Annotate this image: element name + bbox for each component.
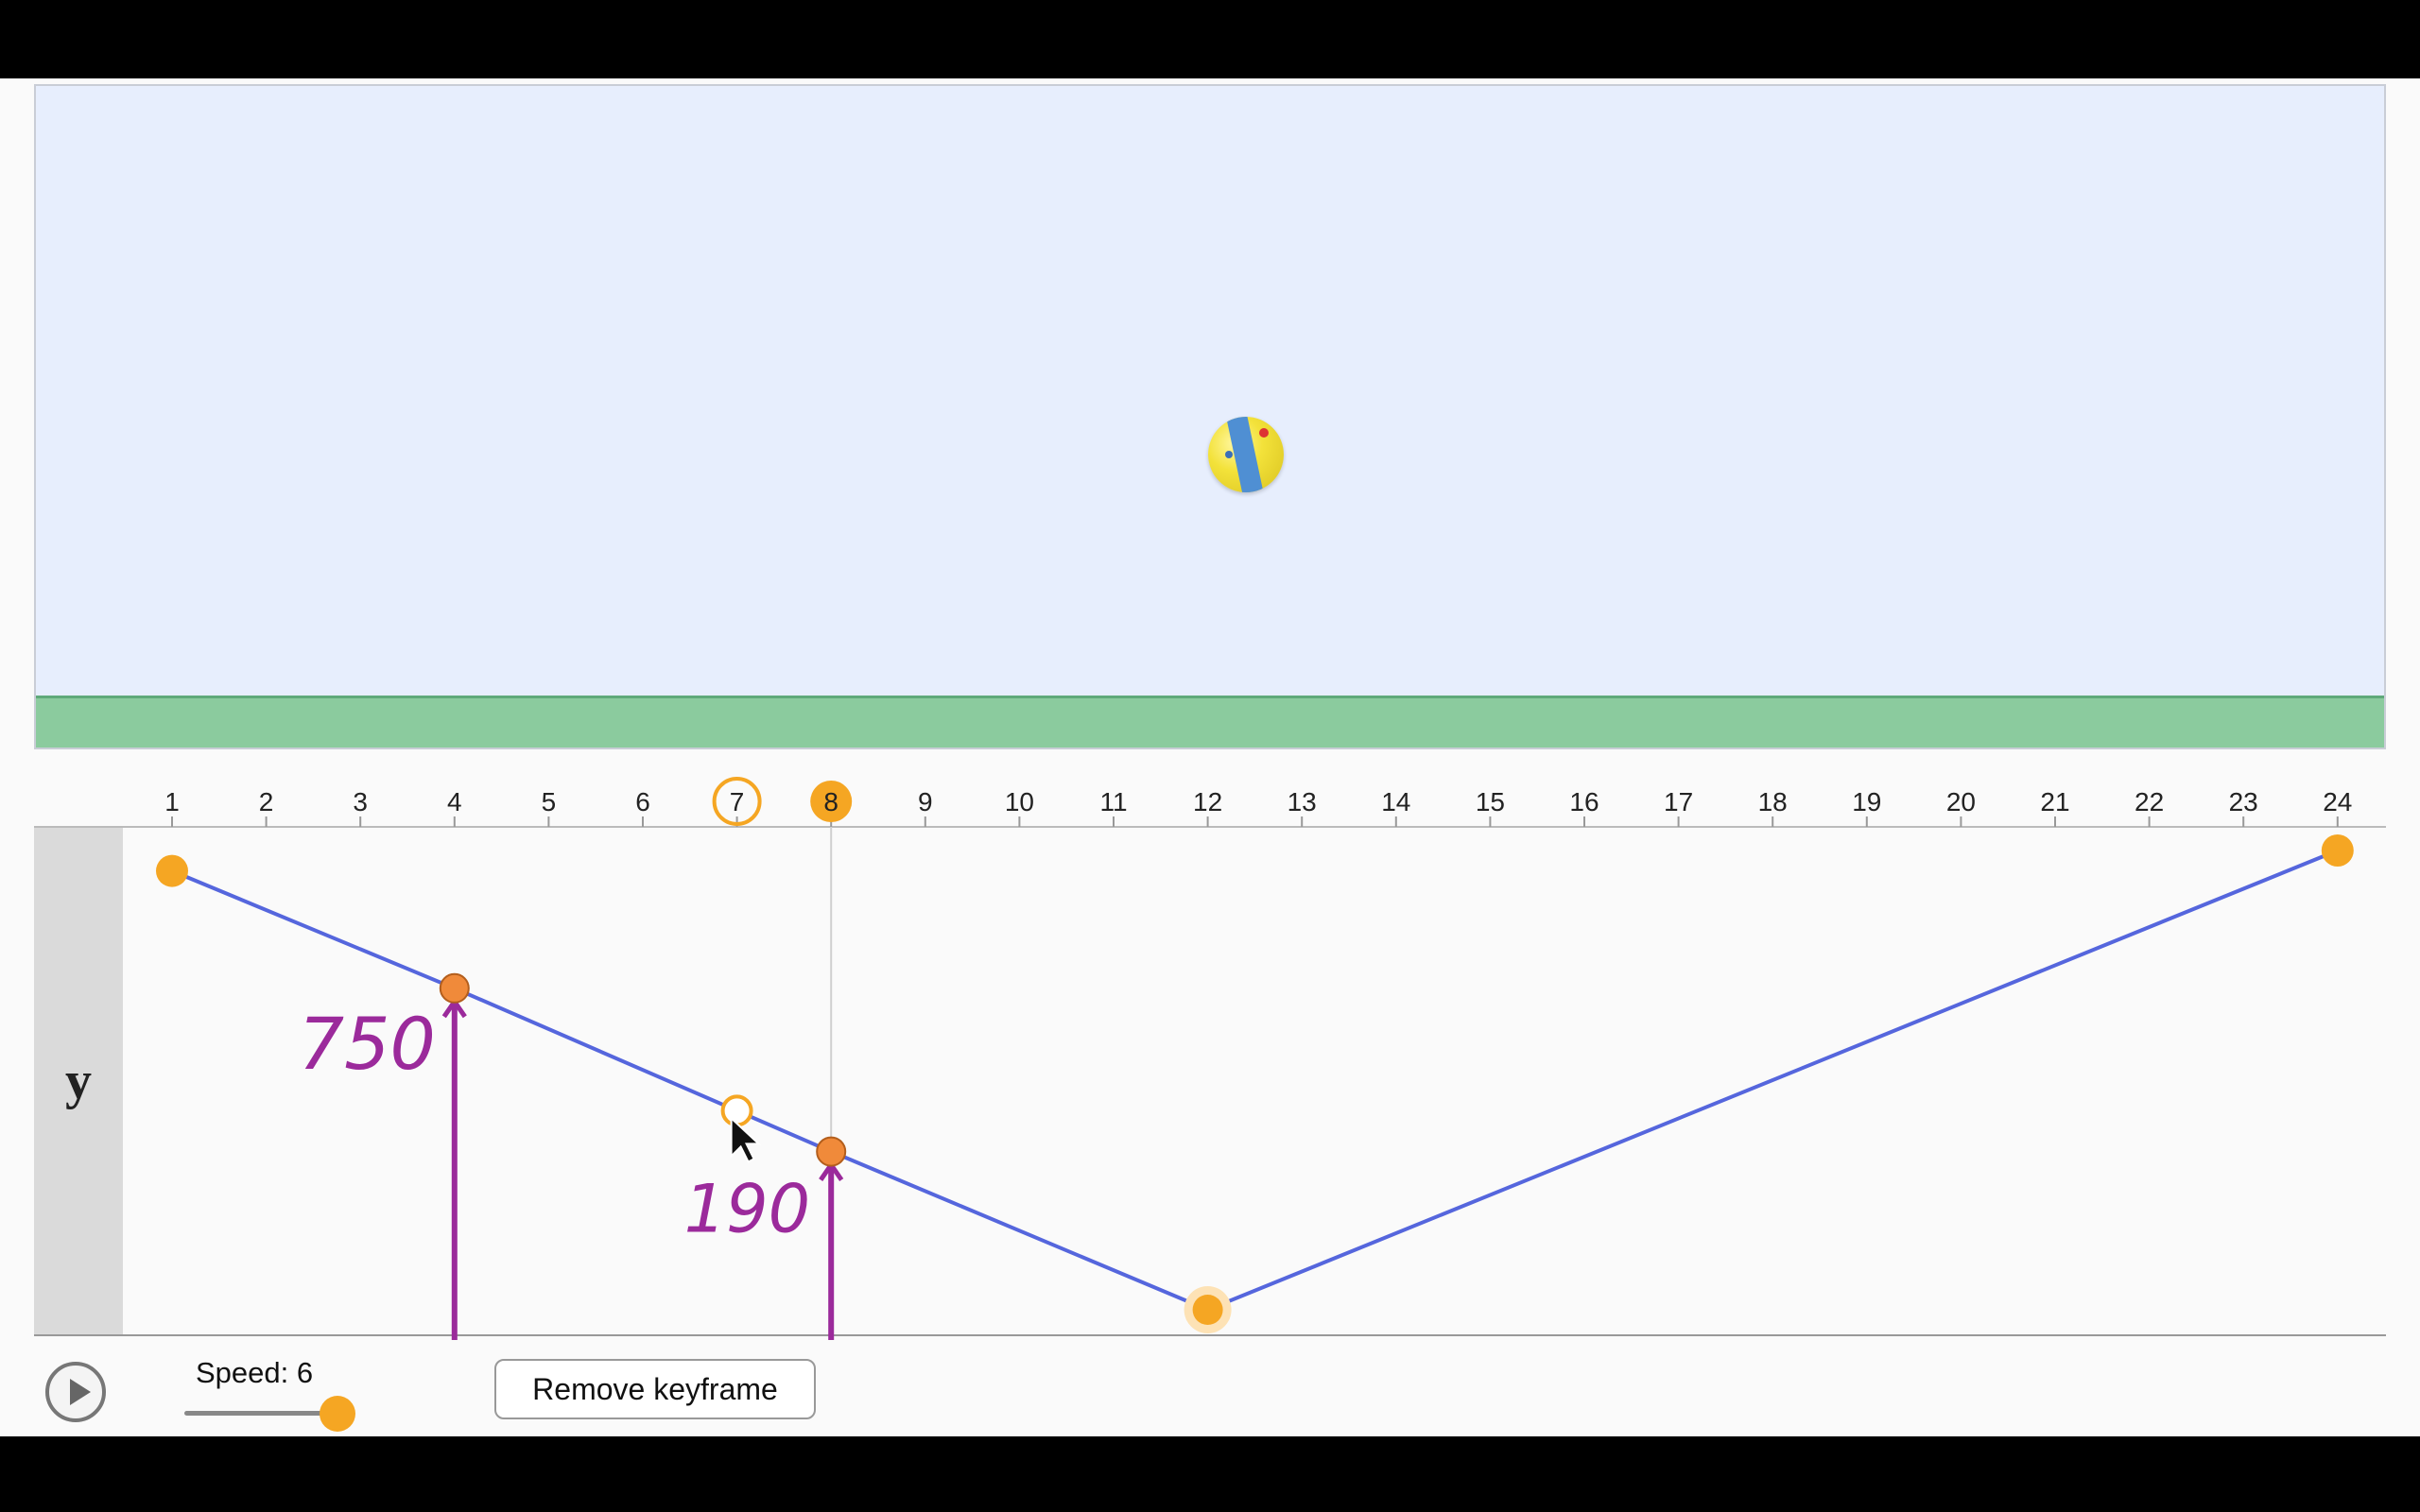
speed-slider-thumb[interactable] <box>320 1396 355 1432</box>
frame-label[interactable]: 19 <box>1852 787 1881 816</box>
keyframe-point[interactable] <box>816 1136 847 1167</box>
frame-label[interactable]: 16 <box>1569 787 1599 816</box>
frame-label[interactable]: 6 <box>635 787 650 816</box>
frame-label[interactable]: 18 <box>1758 787 1788 816</box>
annotation-190: 190 <box>684 1171 811 1248</box>
hover-point[interactable] <box>720 1094 753 1127</box>
animation-stage: y 1 2 3 4 5 6 7 8 9 10 11 12 13 14 15 16 17 18 19 20 21 22 23 2… <box>0 78 2420 1436</box>
frame-label[interactable]: 2 <box>259 787 274 816</box>
frame-label[interactable]: 21 <box>2040 787 2069 816</box>
play-icon <box>70 1379 91 1405</box>
annotation-750: 750 <box>299 1002 436 1086</box>
frame-label[interactable]: 13 <box>1288 787 1317 816</box>
frame-label[interactable]: 20 <box>1946 787 1976 816</box>
playback-controls: Speed: 6 Remove keyframe <box>0 1335 2420 1436</box>
keyframe-point[interactable] <box>1192 1295 1223 1325</box>
frame-label[interactable]: 15 <box>1476 787 1505 816</box>
frame-label[interactable]: 14 <box>1381 787 1410 816</box>
speed-label: Speed: 6 <box>196 1356 314 1389</box>
keyframe-point[interactable] <box>439 972 470 1004</box>
frame-label[interactable]: 22 <box>2135 787 2164 816</box>
frame-label[interactable]: 17 <box>1664 787 1693 816</box>
mouse-cursor-icon <box>730 1116 762 1163</box>
speed-slider-track[interactable] <box>184 1411 340 1416</box>
frame-label[interactable]: 3 <box>353 787 368 816</box>
frame-label[interactable]: 7 <box>730 787 745 816</box>
frame-label[interactable]: 24 <box>2323 787 2352 816</box>
timeline-graph[interactable]: 1 2 3 4 5 6 7 8 9 10 11 12 13 14 15 16 17 18 19 20 21 22 23 247… <box>0 78 2420 1436</box>
frame-label[interactable]: 4 <box>447 787 462 816</box>
frame-label[interactable]: 10 <box>1005 787 1034 816</box>
keyframe-point[interactable] <box>156 854 188 887</box>
remove-keyframe-button[interactable]: Remove keyframe <box>494 1359 816 1419</box>
frame-label[interactable]: 11 <box>1099 787 1127 816</box>
y-curve <box>171 849 2339 1313</box>
frame-label[interactable]: 8 <box>823 787 838 816</box>
frame-label[interactable]: 12 <box>1193 787 1222 816</box>
play-button[interactable] <box>45 1362 106 1422</box>
frame-label[interactable]: 23 <box>2229 787 2258 816</box>
keyframe-point[interactable] <box>2321 834 2354 867</box>
frame-label[interactable]: 5 <box>542 787 557 816</box>
frame-label[interactable]: 9 <box>918 787 933 816</box>
frame-label[interactable]: 1 <box>164 787 180 816</box>
